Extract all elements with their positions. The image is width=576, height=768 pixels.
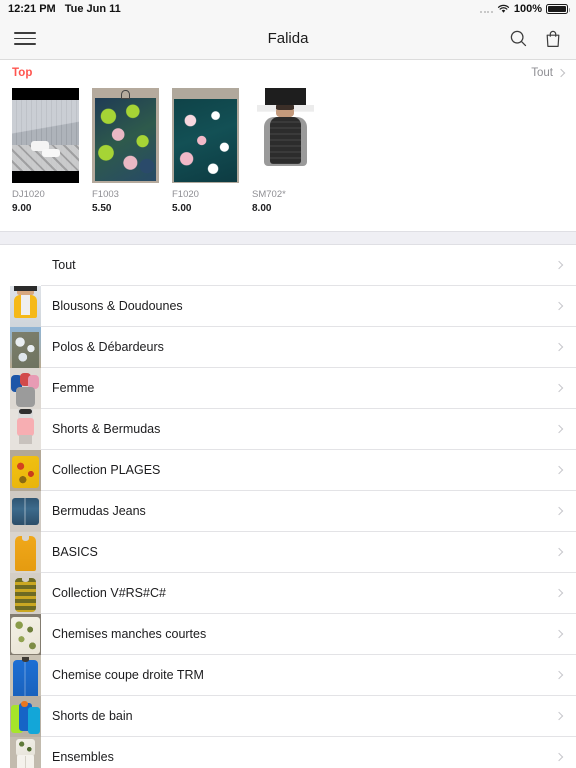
- category-label: Chemise coupe droite TRM: [52, 668, 204, 682]
- signal-dots-icon: [480, 6, 493, 13]
- list-item[interactable]: Tout: [0, 245, 576, 286]
- category-thumbnail: [10, 286, 41, 327]
- category-label: Femme: [52, 381, 95, 395]
- chevron-right-icon: [554, 506, 564, 516]
- category-label: Collection PLAGES: [52, 463, 161, 477]
- hamburger-menu-icon[interactable]: [14, 28, 36, 50]
- category-label: Chemises manches courtes: [52, 627, 207, 641]
- category-thumbnail: [10, 696, 41, 737]
- list-item[interactable]: Blousons & Doudounes: [0, 286, 576, 327]
- chevron-right-icon: [554, 342, 564, 352]
- list-item[interactable]: Shorts de bain: [0, 696, 576, 737]
- product-price: 5.50: [92, 203, 112, 214]
- chevron-right-icon: [554, 711, 564, 721]
- top-see-all-link[interactable]: Tout: [531, 67, 566, 79]
- category-thumbnail: [10, 327, 41, 368]
- category-label: Ensembles: [52, 750, 114, 764]
- category-thumbnail: [10, 655, 41, 696]
- chevron-right-icon: [554, 260, 564, 270]
- chevron-right-icon: [556, 68, 566, 78]
- category-label: Shorts & Bermudas: [52, 422, 161, 436]
- category-thumbnail: [10, 491, 41, 532]
- product-price: 8.00: [252, 203, 272, 214]
- list-item[interactable]: Shorts & Bermudas: [0, 409, 576, 450]
- top-section-label: Top: [12, 67, 33, 79]
- category-label: BASICS: [52, 545, 98, 559]
- category-thumbnail: [10, 532, 41, 573]
- category-label: Bermudas Jeans: [52, 504, 146, 518]
- product-name: F1020: [172, 189, 199, 200]
- product-name: F1003: [92, 189, 119, 200]
- category-label: Blousons & Doudounes: [52, 299, 183, 313]
- top-products-row: DJ1020 9.00 F1003 5.50 F1020 5.00 SM702*…: [12, 82, 564, 214]
- list-item[interactable]: Collection PLAGES: [0, 450, 576, 491]
- wifi-icon: [497, 4, 509, 13]
- category-thumbnail: [10, 450, 41, 491]
- page-title: Falida: [267, 30, 309, 47]
- chevron-right-icon: [554, 670, 564, 680]
- product-card[interactable]: DJ1020 9.00: [12, 88, 79, 214]
- top-products-section: Top Tout DJ1020 9.00 F1003 5.50 F1020 5.…: [0, 60, 576, 214]
- top-see-all-label: Tout: [531, 67, 553, 79]
- list-item[interactable]: Ensembles: [0, 737, 576, 768]
- product-price: 9.00: [12, 203, 32, 214]
- chevron-right-icon: [554, 424, 564, 434]
- list-item[interactable]: Bermudas Jeans: [0, 491, 576, 532]
- product-card[interactable]: F1020 5.00: [172, 88, 239, 214]
- category-list: Tout Blousons & Doudounes Polos & Débard…: [0, 245, 576, 768]
- product-name: SM702*: [252, 189, 286, 200]
- product-image-f1003: [92, 88, 159, 183]
- category-thumbnail: [10, 614, 41, 655]
- chevron-right-icon: [554, 383, 564, 393]
- navigation-bar: Falida: [0, 18, 576, 60]
- list-item[interactable]: Chemises manches courtes: [0, 614, 576, 655]
- battery-percent-label: 100%: [513, 3, 542, 15]
- search-icon[interactable]: [509, 29, 528, 48]
- list-item[interactable]: Collection V#RS#C#: [0, 573, 576, 614]
- list-item[interactable]: Chemise coupe droite TRM: [0, 655, 576, 696]
- product-price: 5.00: [172, 203, 192, 214]
- list-item[interactable]: BASICS: [0, 532, 576, 573]
- category-thumbnail: [10, 245, 41, 286]
- status-bar: 12:21 PM Tue Jun 11 100%: [0, 0, 576, 18]
- list-item[interactable]: Femme: [0, 368, 576, 409]
- chevron-right-icon: [554, 465, 564, 475]
- section-divider: [0, 231, 576, 245]
- product-image-sm702: [252, 88, 319, 183]
- product-name: DJ1020: [12, 189, 45, 200]
- product-card[interactable]: F1003 5.50: [92, 88, 159, 214]
- battery-full-icon: [546, 4, 570, 14]
- category-label: Polos & Débardeurs: [52, 340, 164, 354]
- category-label: Collection V#RS#C#: [52, 586, 166, 600]
- chevron-right-icon: [554, 752, 564, 762]
- product-card[interactable]: SM702* 8.00: [252, 88, 319, 214]
- chevron-right-icon: [554, 588, 564, 598]
- chevron-right-icon: [554, 547, 564, 557]
- status-time: 12:21 PM: [8, 3, 56, 15]
- list-item[interactable]: Polos & Débardeurs: [0, 327, 576, 368]
- category-thumbnail: [10, 368, 41, 409]
- chevron-right-icon: [554, 629, 564, 639]
- chevron-right-icon: [554, 301, 564, 311]
- category-label: Shorts de bain: [52, 709, 133, 723]
- status-date: Tue Jun 11: [64, 3, 121, 15]
- category-thumbnail: [10, 573, 41, 614]
- product-image-dj1020: [12, 88, 79, 183]
- category-thumbnail: [10, 409, 41, 450]
- category-thumbnail: [10, 737, 41, 768]
- category-label: Tout: [52, 258, 76, 272]
- shopping-bag-icon[interactable]: [544, 29, 562, 48]
- product-image-f1020: [172, 88, 239, 183]
